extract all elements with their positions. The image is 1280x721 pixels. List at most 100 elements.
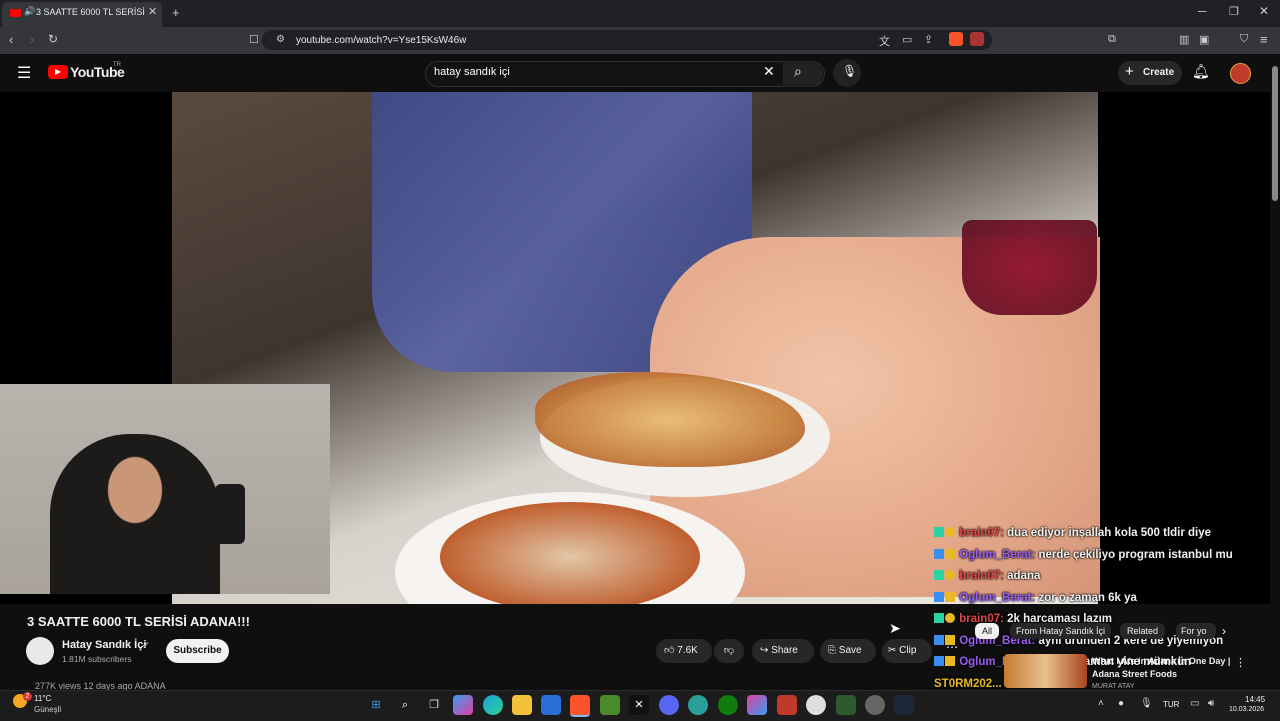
search-taskbar-icon[interactable]: ⌕ (395, 695, 415, 715)
minecraft-icon[interactable] (600, 695, 620, 715)
tray-chevron-icon[interactable]: ˄ (1098, 698, 1104, 709)
region-label: TR (113, 62, 121, 68)
windows-start-icon[interactable]: ⊞ (366, 695, 386, 715)
subscribe-button[interactable]: Subscribe (166, 639, 229, 663)
avatar[interactable] (1230, 63, 1251, 84)
steam-icon[interactable] (894, 695, 914, 715)
chip-for-you[interactable]: For yo (1176, 623, 1216, 639)
channel-name[interactable]: Hatay Sandık İçi (62, 639, 146, 651)
menu-icon[interactable]: ≡ (1260, 32, 1268, 47)
chip-next-icon[interactable]: › (1222, 624, 1226, 638)
badge-icon (934, 570, 944, 580)
weather-desc: Güneşli (34, 705, 62, 714)
app-icon[interactable] (747, 695, 767, 715)
sidebar-icon[interactable]: ▥ (1179, 33, 1189, 46)
reload-button[interactable]: ↻ (48, 32, 58, 46)
clip-label: Clip (899, 645, 917, 656)
network-icon[interactable]: ▭ (1190, 698, 1199, 709)
tab-close-icon[interactable]: ✕ (148, 5, 157, 18)
app-icon[interactable] (777, 695, 797, 715)
chat-text: zor o zaman 6k ya (1038, 591, 1137, 604)
restore-button[interactable]: ❐ (1229, 5, 1239, 18)
like-count: 7.6K (677, 645, 698, 656)
recommended-thumbnail[interactable] (1004, 654, 1087, 688)
chip-all[interactable]: All (975, 623, 1000, 639)
site-info-icon[interactable]: ⚙ (276, 34, 285, 45)
brave-icon[interactable] (570, 695, 590, 717)
chat-user: Oglum_Berat: (959, 548, 1036, 561)
hamburger-menu-icon[interactable]: ☰ (17, 63, 31, 83)
more-actions-icon[interactable]: ⋯ (946, 640, 958, 654)
store-icon[interactable] (541, 695, 561, 715)
search-button[interactable] (783, 61, 823, 87)
badge-icon (945, 527, 955, 537)
badge-icon (945, 570, 955, 580)
like-button[interactable]: 👍︎ 7.6K (656, 639, 712, 663)
clip-button[interactable]: ✂ Clip (882, 639, 932, 663)
scrollbar-thumb[interactable] (1272, 66, 1278, 201)
file-explorer-icon[interactable] (512, 695, 532, 715)
app-icon[interactable] (865, 695, 885, 715)
dislike-button[interactable]: 👎︎ (714, 639, 744, 663)
channel-avatar[interactable] (26, 637, 54, 665)
cast-icon[interactable]: ▭ (902, 33, 912, 46)
translate-icon[interactable]: 文 (879, 33, 890, 49)
bell-icon[interactable]: 🔔︎ (1192, 63, 1210, 80)
badge-icon (934, 613, 944, 623)
chat-user: brain07: (959, 570, 1004, 582)
video-title: 3 SAATTE 6000 TL SERİSİ ADANA!!! (27, 614, 250, 629)
extensions-icon[interactable]: ⧉ (1108, 33, 1116, 46)
xbox-icon[interactable] (718, 695, 738, 715)
discord-icon[interactable] (659, 695, 679, 715)
tab-title: 3 SAATTE 6000 TL SERİSİ ADA (36, 7, 146, 17)
chat-user: brain07: (959, 527, 1004, 539)
share-page-icon[interactable]: ⇪ (924, 33, 933, 46)
close-window-button[interactable]: ✕ (1259, 4, 1269, 18)
vpn-icon[interactable]: ⛉ (1240, 33, 1248, 46)
volume-icon[interactable]: 🔊︎ (1208, 698, 1214, 709)
language-indicator[interactable]: TUR (1163, 700, 1179, 709)
chip-from-channel[interactable]: From Hatay Sandık İçi (1010, 623, 1112, 639)
chip-related[interactable]: Related (1120, 623, 1166, 639)
stuffed-dish (440, 502, 700, 604)
verified-icon: ✔ (142, 640, 150, 650)
recommended-title[interactable]: What I Ate in Adana in One Day | Adana S… (1092, 655, 1232, 681)
clear-search-icon[interactable]: ✕ (763, 63, 775, 80)
search-input[interactable]: hatay sandık içi (434, 66, 510, 78)
copilot-icon[interactable] (453, 695, 473, 715)
back-button[interactable]: ‹ (9, 32, 13, 47)
minimize-button[interactable]: ─ (1198, 4, 1207, 18)
clock-date[interactable]: 10.03.2026 (1229, 706, 1264, 713)
share-button[interactable]: ↪ Share (752, 639, 814, 663)
bookmark-add-icon: ⎘ (828, 645, 836, 656)
wallet-icon[interactable]: ▣ (1199, 33, 1209, 46)
chat-message: Oglum_Berat: nerde çekiliyo program ista… (934, 548, 1274, 571)
brave-rewards-icon[interactable] (970, 32, 984, 46)
mic-tray-icon[interactable]: 🎙 (1140, 698, 1153, 709)
app-icon[interactable] (806, 695, 826, 715)
badge-icon (945, 613, 955, 623)
bookmark-icon[interactable]: ☐ (249, 33, 259, 46)
search-icon: ⌕ (794, 63, 802, 79)
save-button[interactable]: ⎘ Save (820, 639, 876, 663)
chat-text: nerde çekiliyo program istanbul mu (1038, 548, 1233, 561)
tray-app-icon[interactable]: ● (1118, 698, 1124, 709)
capcut-icon[interactable]: ✕ (629, 695, 649, 715)
task-view-icon[interactable]: ❐ (424, 695, 444, 715)
microphone (215, 484, 245, 544)
globe-app-icon[interactable] (688, 695, 708, 715)
brave-shield-icon[interactable] (949, 32, 963, 46)
recommended-menu-icon[interactable]: ⋮ (1235, 656, 1246, 669)
app-icon[interactable] (836, 695, 856, 715)
streamer (50, 434, 220, 594)
chat-message: brain07: dua ediyor inşallah kola 500 tl… (934, 527, 1274, 549)
create-label: Create (1143, 67, 1175, 78)
forward-button[interactable]: › (30, 32, 34, 47)
badge-icon (945, 548, 955, 559)
notification-badge: 2 (23, 692, 32, 701)
clock-time[interactable]: 14:45 (1245, 695, 1265, 704)
edge-icon[interactable] (483, 695, 503, 715)
new-tab-button[interactable]: + (172, 5, 180, 20)
youtube-favicon (10, 9, 21, 17)
badge-icon (934, 634, 944, 645)
